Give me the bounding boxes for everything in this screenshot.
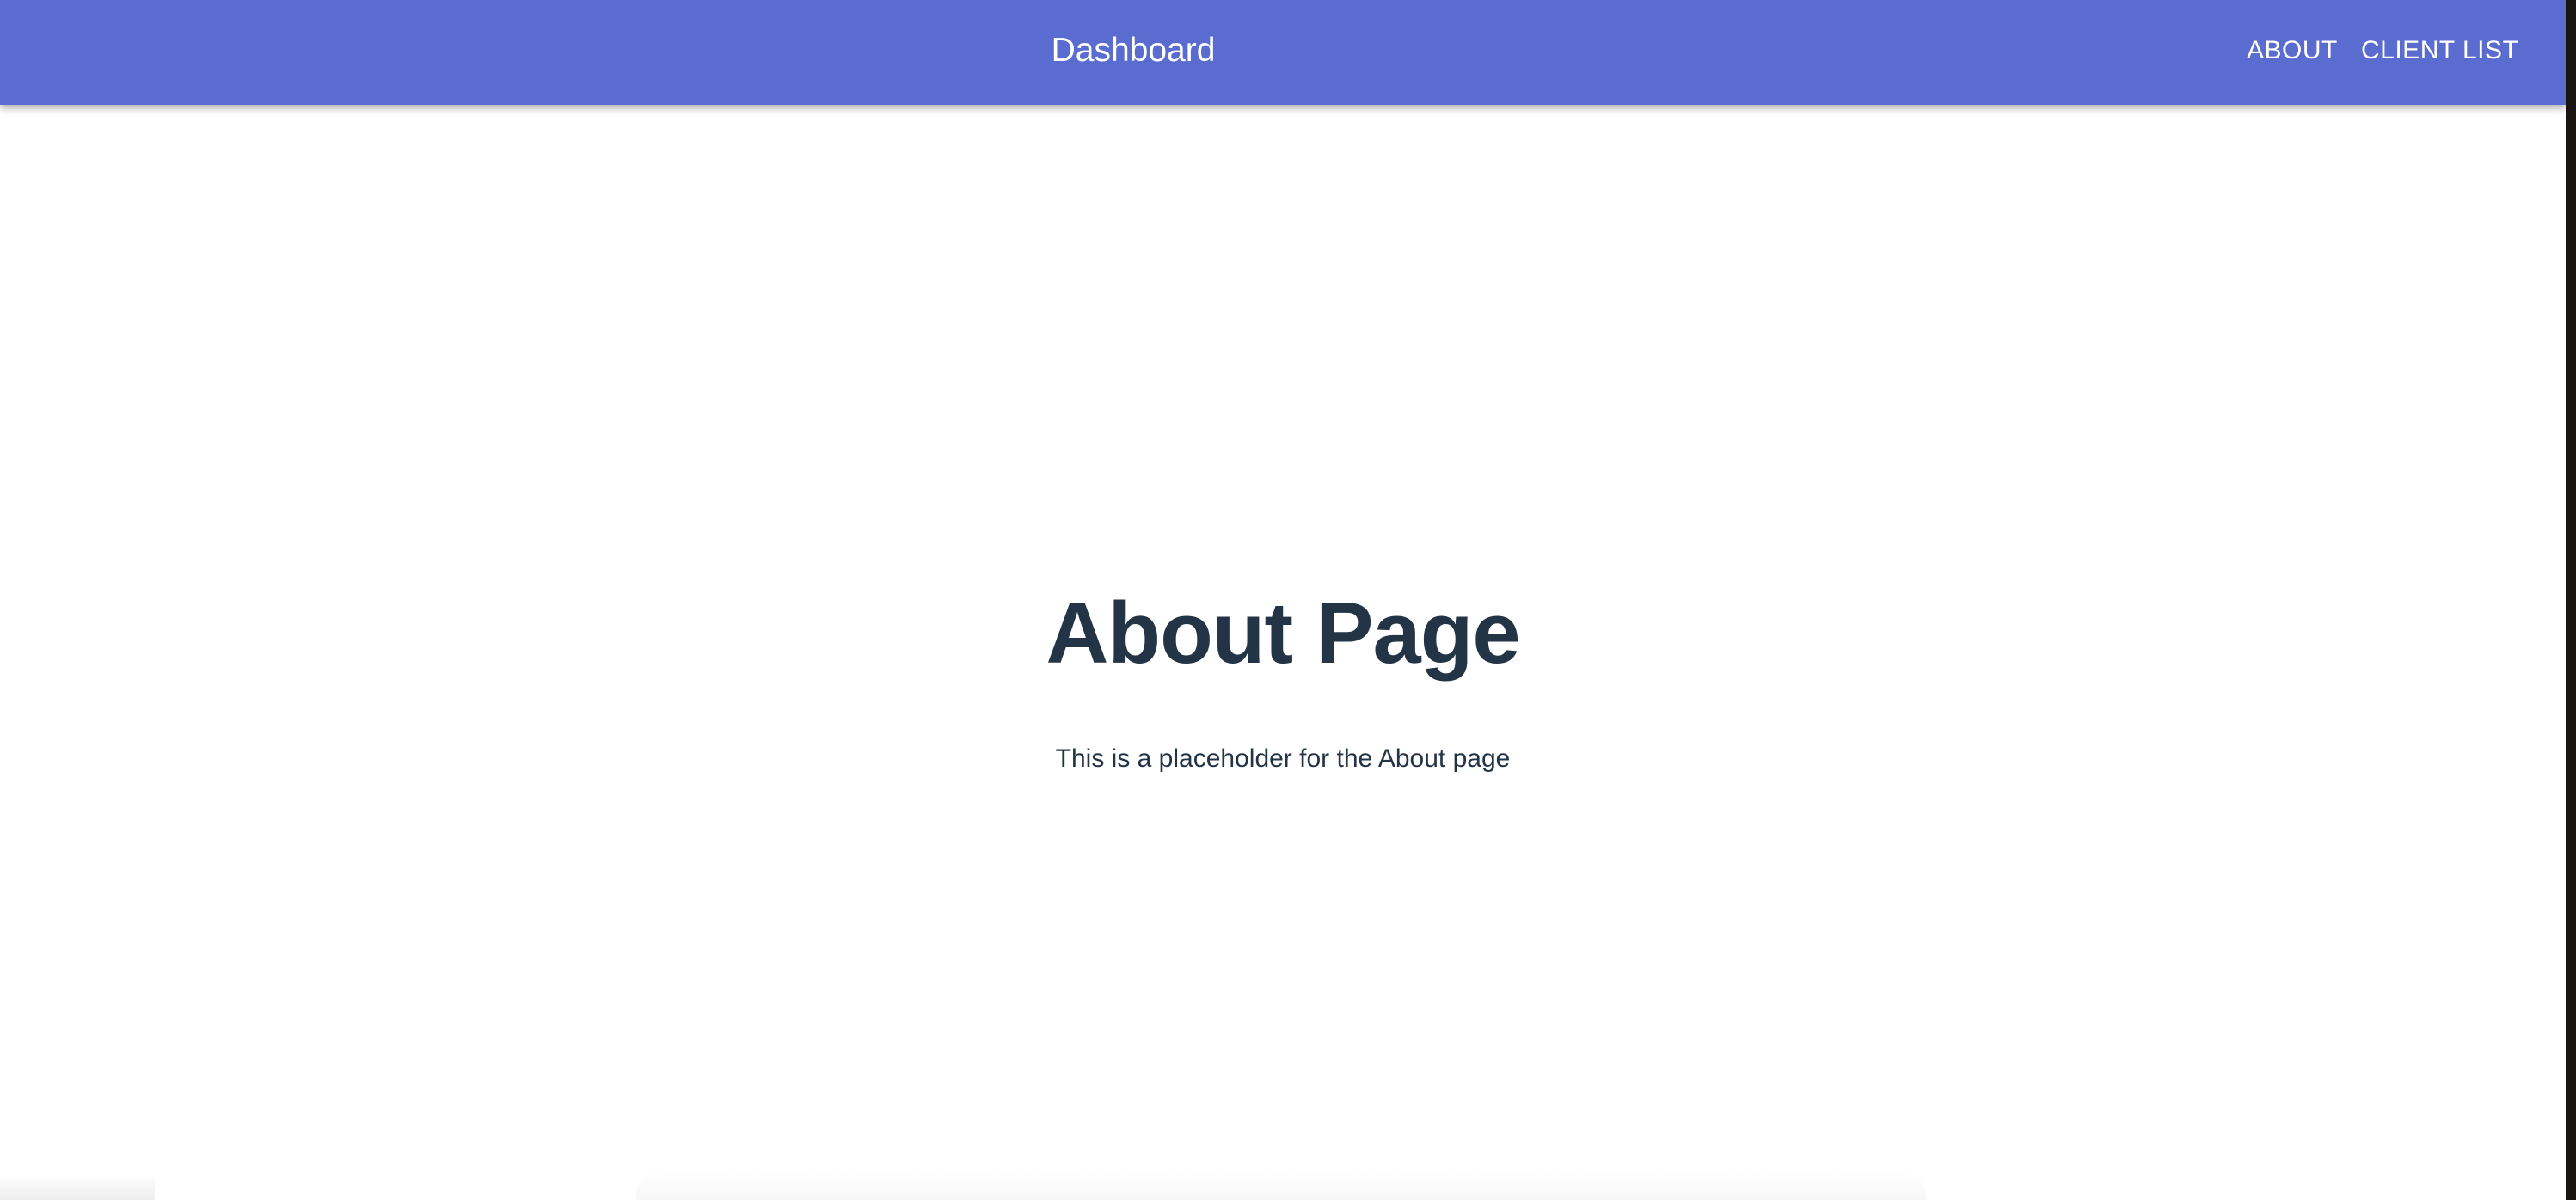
window-edge [2566,0,2576,1200]
app-window: Dashboard ABOUT CLIENT LIST About Page T… [0,0,2566,1200]
nav-client-list-link[interactable]: CLIENT LIST [2361,0,2518,101]
page-description: This is a placeholder for the About page [1055,744,1511,773]
page-title: About Page [1046,585,1520,682]
app-bar: Dashboard ABOUT CLIENT LIST [0,0,2566,105]
bottom-shadow-left [0,1174,155,1200]
nav-about-link[interactable]: ABOUT [2247,0,2338,101]
app-title: Dashboard [1051,32,1216,69]
bottom-shadow-center [636,1170,1926,1200]
